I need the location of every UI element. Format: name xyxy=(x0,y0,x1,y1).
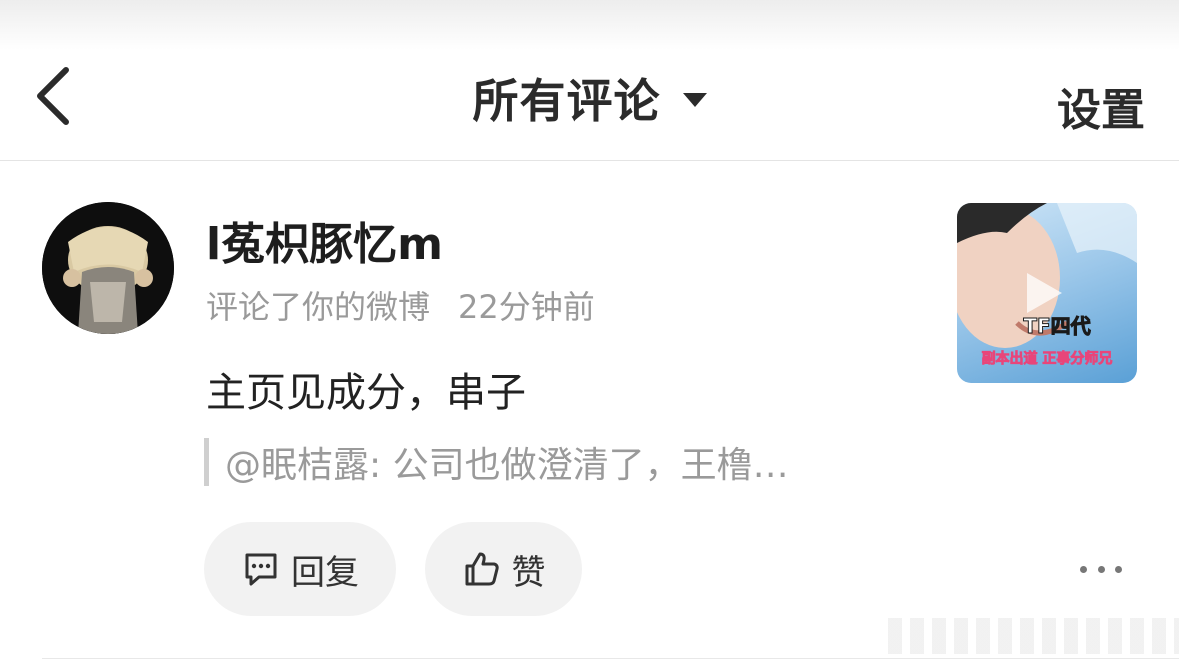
thumbnail-image: TF四代 副本出道 正事分师兄 xyxy=(957,203,1137,367)
avatar-image xyxy=(42,202,174,334)
avatar[interactable] xyxy=(42,202,174,334)
status-bar-area xyxy=(0,0,1179,50)
like-button[interactable]: 赞 xyxy=(425,522,582,616)
like-label: 赞 xyxy=(511,552,546,593)
comment-text: 主页见成分，串子 xyxy=(206,370,526,416)
quoted-comment-text: @眠桔露: 公司也做澄清了，王橹… xyxy=(225,445,789,486)
comment-action: 评论了你的微博 xyxy=(206,288,431,326)
divider xyxy=(42,658,1179,659)
reply-label: 回复 xyxy=(291,552,359,593)
caret-down-icon xyxy=(682,93,707,107)
thumbs-up-icon xyxy=(465,552,499,586)
comment-meta: 评论了你的微博 22分钟前 xyxy=(206,282,595,328)
thumbnail-label-2: 副本出道 正事分师兄 xyxy=(982,350,1113,367)
title-dropdown[interactable]: 所有评论 xyxy=(0,68,1179,128)
reply-button[interactable]: 回复 xyxy=(204,522,396,616)
comment-bubble-icon xyxy=(245,553,277,586)
post-thumbnail[interactable]: TF四代 副本出道 正事分师兄 xyxy=(957,203,1137,383)
comment-time: 22分钟前 xyxy=(458,288,595,326)
page-title: 所有评论 xyxy=(472,74,661,128)
more-dots-icon xyxy=(1080,565,1087,573)
thumbnail-label-1: TF四代 xyxy=(1023,314,1090,338)
quoted-comment[interactable]: @眠桔露: 公司也做澄清了，王橹… xyxy=(204,438,789,486)
username[interactable]: l菟枳豚忆m xyxy=(206,208,443,272)
more-options-button[interactable] xyxy=(1080,562,1122,576)
nav-header: 所有评论 设置 xyxy=(0,50,1179,161)
watermark-strip xyxy=(888,618,1179,654)
settings-button[interactable]: 设置 xyxy=(1057,74,1145,138)
